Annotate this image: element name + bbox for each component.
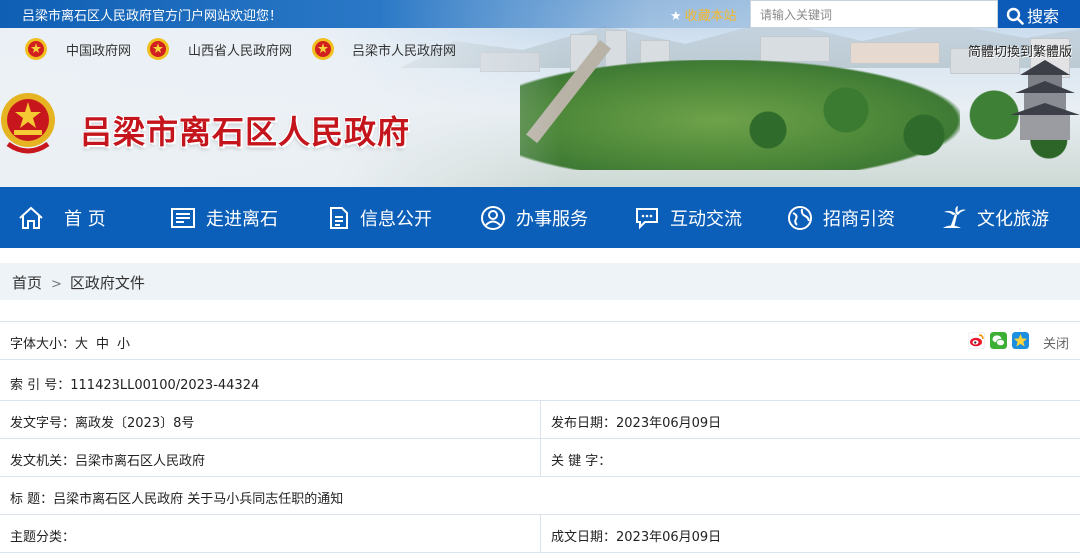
pagoda-graphic — [1010, 60, 1080, 140]
main-nav: 首 页 走进离石 信息公开 办事服务 互动交流 招商引资 文化旅游 — [0, 187, 1080, 248]
nav-item-investment[interactable]: 招商引资 — [787, 187, 895, 248]
traditional-chinese-toggle[interactable]: 简體切換到繁體版 — [968, 41, 1072, 60]
wechat-icon[interactable] — [990, 332, 1007, 349]
font-size-label: 字体大小： — [10, 337, 76, 352]
title-label: 标 题： — [10, 492, 54, 507]
created-date: 成文日期：2023年06月09日 — [540, 515, 1080, 552]
nav-item-interaction[interactable]: 互动交流 — [634, 187, 742, 248]
doc-number: 发文字号：离政发〔2023〕8号 — [0, 401, 540, 438]
topic-row: 主题分类： 成文日期：2023年06月09日 — [0, 515, 1080, 553]
site-header: 吕梁市离石区人民政府官方门户网站欢迎您！ ★ 收藏本站 请输入关键词 搜索 中国政… — [0, 0, 1080, 187]
close-link[interactable]: 关闭 — [1043, 333, 1069, 352]
nav-label: 信息公开 — [360, 208, 432, 230]
font-size-row: 字体大小：大中小 关闭 — [0, 322, 1080, 360]
banner-fade — [0, 0, 560, 187]
font-size-large[interactable]: 大 — [75, 337, 88, 352]
title-value: 吕梁市离石区人民政府 关于马小兵同志任职的通知 — [53, 492, 344, 507]
doc-number-label: 发文字号： — [10, 416, 76, 431]
search-button-label: 搜索 — [1027, 7, 1060, 26]
search-button[interactable]: 搜索 — [998, 0, 1080, 28]
top-bar: 吕梁市离石区人民政府官方门户网站欢迎您！ ★ 收藏本站 请输入关键词 搜索 — [0, 0, 1080, 28]
chat-bubble-icon — [636, 207, 658, 229]
site-title: 吕梁市离石区人民政府 — [80, 113, 411, 151]
issuer: 发文机关：吕梁市离石区人民政府 — [0, 439, 540, 476]
welcome-text: 吕梁市离石区人民政府官方门户网站欢迎您！ — [22, 9, 283, 24]
keywords-label: 关 键 字： — [551, 454, 612, 469]
document-info-table: 字体大小：大中小 关闭 索 引 号：111423LL00100/2023-443… — [0, 321, 1080, 556]
index-number: 索 引 号：111423LL00100/2023-44324 — [0, 363, 259, 400]
breadcrumb-current[interactable]: 区政府文件 — [70, 274, 145, 292]
issuer-row: 发文机关：吕梁市离石区人民政府 关 键 字： — [0, 439, 1080, 477]
link-lvliang-gov[interactable]: 吕梁市人民政府网 — [352, 40, 456, 59]
link-shanxi-gov[interactable]: 山西省人民政府网 — [188, 40, 292, 59]
document-title: 标 题：吕梁市离石区人民政府 关于马小兵同志任职的通知 — [0, 477, 343, 514]
created-date-value: 2023年06月09日 — [616, 530, 722, 545]
weibo-icon[interactable] — [968, 332, 985, 349]
user-circle-icon — [481, 205, 505, 230]
publish-date: 发布日期：2023年06月09日 — [540, 401, 1080, 438]
favorite-label: 收藏本站 — [684, 9, 737, 24]
national-emblem-icon — [25, 38, 47, 60]
qzone-icon[interactable] — [1012, 332, 1029, 349]
nav-item-services[interactable]: 办事服务 — [480, 187, 588, 248]
link-china-gov[interactable]: 中国政府网 — [66, 40, 131, 59]
created-date-label: 成文日期： — [551, 530, 617, 545]
topic-label: 主题分类： — [10, 530, 76, 545]
search-icon — [1006, 7, 1024, 25]
font-size-small[interactable]: 小 — [117, 337, 130, 352]
doc-number-value: 离政发〔2023〕8号 — [75, 416, 195, 431]
breadcrumb: 首页 > 区政府文件 — [0, 263, 1080, 300]
breadcrumb-home[interactable]: 首页 — [12, 274, 42, 292]
doc-number-row: 发文字号：离政发〔2023〕8号 发布日期：2023年06月09日 — [0, 401, 1080, 439]
nav-label: 首 页 — [64, 208, 106, 230]
publish-date-value: 2023年06月09日 — [616, 416, 722, 431]
nav-label: 文化旅游 — [977, 208, 1049, 230]
font-size-control: 字体大小：大中小 — [0, 322, 130, 359]
nav-label: 互动交流 — [670, 208, 742, 230]
index-row: 索 引 号：111423LL00100/2023-44324 — [0, 363, 1080, 401]
chevron-right-icon: > — [51, 277, 62, 292]
newspaper-icon — [171, 207, 195, 228]
index-value: 111423LL00100/2023-44324 — [70, 378, 260, 393]
index-label: 索 引 号： — [10, 378, 71, 393]
publish-date-label: 发布日期： — [551, 416, 617, 431]
keywords: 关 键 字： — [540, 439, 1080, 476]
star-icon: ★ — [670, 9, 682, 24]
nav-item-culture-tourism[interactable]: 文化旅游 — [941, 187, 1049, 248]
nav-item-about[interactable]: 走进离石 — [170, 187, 278, 248]
nav-item-info-disclosure[interactable]: 信息公开 — [328, 187, 432, 248]
palm-tree-icon — [943, 205, 966, 228]
issuer-label: 发文机关： — [10, 454, 76, 469]
nav-label: 招商引资 — [823, 208, 895, 230]
national-emblem-logo — [1, 93, 55, 154]
nav-label: 走进离石 — [206, 208, 278, 230]
search-input[interactable]: 请输入关键词 — [750, 0, 998, 28]
issuer-value: 吕梁市离石区人民政府 — [75, 454, 206, 469]
title-row: 标 题：吕梁市离石区人民政府 关于马小兵同志任职的通知 — [0, 477, 1080, 515]
nav-item-home[interactable]: 首 页 — [18, 187, 106, 248]
nav-label: 办事服务 — [516, 208, 588, 230]
globe-icon — [788, 205, 812, 230]
font-size-medium[interactable]: 中 — [96, 337, 109, 352]
document-icon — [330, 206, 348, 229]
favorite-link[interactable]: ★ 收藏本站 — [670, 5, 737, 24]
national-emblem-icon — [312, 38, 334, 60]
home-icon — [19, 206, 43, 229]
national-emblem-icon — [147, 38, 169, 60]
topic-category: 主题分类： — [0, 515, 540, 552]
